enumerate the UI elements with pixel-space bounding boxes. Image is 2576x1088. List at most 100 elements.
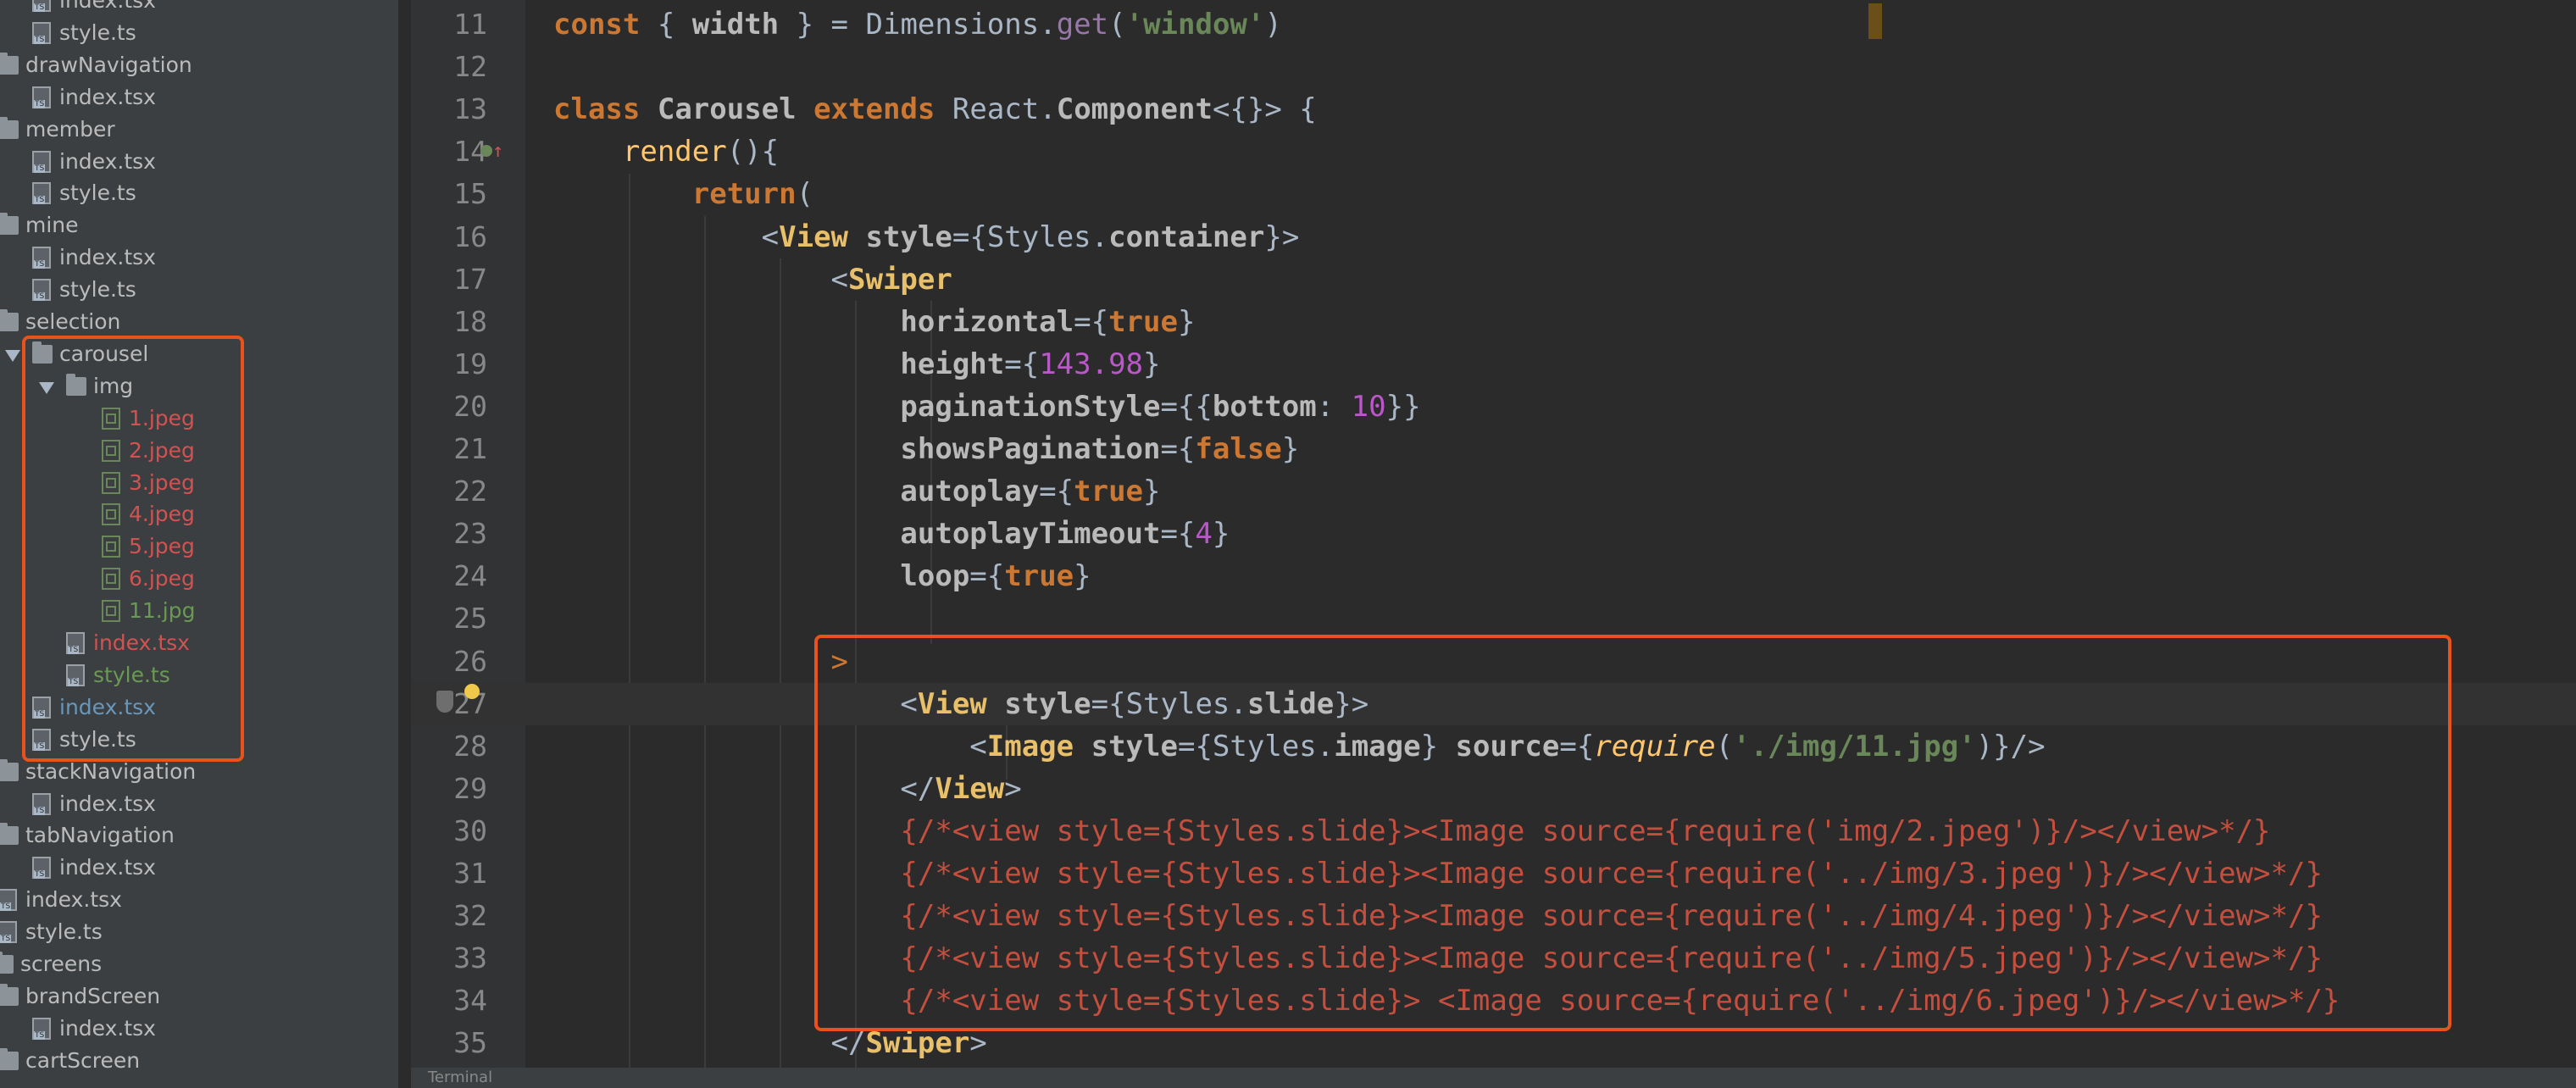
ts-file-icon [32, 150, 51, 173]
code-line[interactable]: return( [525, 173, 2576, 215]
gutter-line[interactable]: 23 [411, 513, 525, 555]
gutter-line[interactable]: 18 [411, 301, 525, 343]
gutter-line[interactable]: 12 [411, 46, 525, 88]
breakpoint-marker-icon[interactable] [436, 691, 453, 718]
code-token: ={ [1160, 517, 1196, 552]
gutter-line[interactable]: 33 [411, 937, 525, 980]
code-token: . [1039, 92, 1057, 127]
tree-item-file[interactable]: style.ts [0, 274, 390, 306]
gutter-line[interactable]: 16 [411, 216, 525, 258]
gutter-line[interactable]: 22 [411, 470, 525, 513]
tree-item-label: index.tsx [59, 148, 156, 174]
gutter-line[interactable]: 19 [411, 343, 525, 386]
gutter-line[interactable]: 28 [411, 725, 525, 768]
ts-file-icon [32, 857, 51, 880]
gutter-line[interactable]: 31 [411, 852, 525, 895]
code-token: Component [1056, 92, 1213, 127]
lightbulb-icon[interactable] [464, 683, 480, 704]
code-token: { [640, 8, 692, 42]
code-line[interactable]: <Swiper [525, 258, 2576, 301]
code-text: autoplayTimeout={4} [553, 513, 1230, 555]
gutter-line[interactable]: 15 [411, 173, 525, 215]
expand-arrow-icon[interactable] [5, 349, 20, 362]
code-line[interactable] [525, 597, 2576, 640]
tree-item-file[interactable]: index.tsx [0, 1013, 390, 1045]
bracket-match-highlight [1868, 3, 1882, 39]
gutter-line[interactable]: 30 [411, 810, 525, 852]
tree-item-label: index.tsx [25, 887, 122, 913]
code-token: 4 [1195, 517, 1213, 552]
tree-item-file[interactable]: index.tsx [0, 788, 390, 820]
gutter-line[interactable]: 21 [411, 428, 525, 470]
ts-file-icon [32, 21, 51, 44]
code-line[interactable]: horizontal={true} [525, 301, 2576, 343]
tree-item-file[interactable]: index.tsx [0, 0, 390, 17]
tree-item-folder[interactable]: drawNavigation [0, 49, 390, 81]
code-text: height={143.98} [553, 343, 1160, 386]
gutter-line[interactable]: 25 [411, 597, 525, 640]
code-text: loop={true} [553, 555, 1091, 597]
tree-item-file[interactable]: index.tsx [0, 146, 390, 178]
tree-item-file[interactable]: style.ts [0, 916, 390, 948]
tree-item-folder[interactable]: cartScreen [0, 1045, 390, 1077]
code-line[interactable]: paginationStyle={{bottom: 10}} [525, 386, 2576, 428]
code-line[interactable]: showsPagination={false} [525, 428, 2576, 470]
tree-item-label: index.tsx [59, 0, 156, 13]
line-number: 32 [453, 899, 487, 933]
gutter-line[interactable]: 26 [411, 641, 525, 683]
code-token: } [1281, 432, 1300, 466]
gutter-line[interactable]: 20 [411, 386, 525, 428]
terminal-tab[interactable]: Terminal [428, 1068, 492, 1088]
code-line[interactable]: autoplay={true} [525, 470, 2576, 513]
tree-item-folder[interactable]: mine [0, 209, 390, 241]
gutter-line[interactable]: 11 [411, 3, 525, 46]
tree-item-folder[interactable]: brandScreen [0, 980, 390, 1013]
tree-item-file[interactable]: index.tsx [0, 241, 390, 274]
tree-item-file[interactable]: index.tsx [0, 852, 390, 884]
code-line[interactable]: <View style={Styles.container}> [525, 216, 2576, 258]
code-token: </ [830, 1026, 866, 1061]
code-line[interactable]: render(){ [525, 130, 2576, 173]
code-line[interactable]: loop={true} [525, 555, 2576, 597]
tree-item-label: cartScreen [25, 1047, 141, 1073]
tree-item-folder[interactable]: tabNavigation [0, 819, 390, 852]
tree-item-label: style.ts [59, 277, 136, 303]
tree-item-file[interactable]: style.ts [0, 177, 390, 209]
tree-item-folder[interactable]: selection [0, 306, 390, 338]
code-token: React [952, 92, 1040, 127]
tree-item-folder[interactable]: screens [0, 948, 390, 980]
tree-item-file[interactable]: style.ts [0, 17, 390, 49]
code-token: render [622, 135, 727, 169]
code-line[interactable]: autoplayTimeout={4} [525, 513, 2576, 555]
tree-item-file[interactable]: index.tsx [0, 884, 390, 916]
code-line[interactable]: class Carousel extends React.Component<{… [525, 88, 2576, 130]
code-line[interactable] [525, 46, 2576, 88]
gutter-line[interactable]: 17 [411, 258, 525, 301]
tree-item-folder[interactable]: member [0, 114, 390, 146]
gutter-line[interactable]: 24 [411, 555, 525, 597]
gutter-line[interactable]: 13 [411, 88, 525, 130]
line-number: 35 [453, 1026, 487, 1060]
override-method-icon[interactable]: ↑ [480, 141, 503, 162]
code-line[interactable]: height={143.98} [525, 343, 2576, 386]
code-token: true [1074, 475, 1144, 509]
code-token: extends [813, 92, 935, 127]
code-token: true [1108, 304, 1178, 339]
ts-file-icon [32, 1017, 51, 1040]
tree-item-file[interactable]: index.tsx [0, 81, 390, 114]
gutter-line[interactable]: 35 [411, 1022, 525, 1064]
gutter-line[interactable]: 14 [411, 130, 525, 173]
code-token: }> [1264, 219, 1300, 254]
gutter-line[interactable]: 34 [411, 980, 525, 1022]
code-token: . [1039, 8, 1057, 42]
gutter-line[interactable]: 32 [411, 895, 525, 937]
line-number: 22 [453, 475, 487, 508]
gutter-line[interactable]: 29 [411, 768, 525, 810]
tree-item-label: screens [20, 952, 103, 976]
folder-icon [0, 309, 19, 331]
code-line[interactable]: const { width } = Dimensions.get('window… [525, 3, 2576, 46]
code-token: true [1004, 559, 1074, 594]
